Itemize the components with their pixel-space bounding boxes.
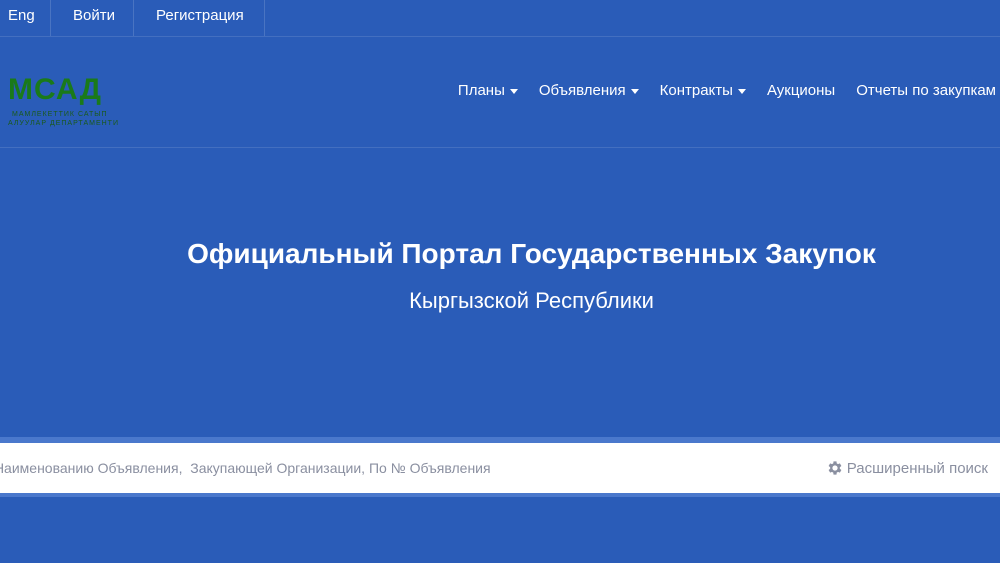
register-link[interactable]: Регистрация <box>156 2 244 28</box>
gear-icon <box>828 461 842 475</box>
caret-down-icon <box>509 88 518 94</box>
advanced-search-button[interactable]: Расширенный поиск <box>826 443 988 493</box>
hero-subtitle: Кыргызской Республики <box>409 288 654 313</box>
header: МСАД МАМЛЕКЕТТИК САТЫП АЛУУЛАР ДЕПАРТАМЕ… <box>0 37 1000 148</box>
caret-down-icon <box>737 88 746 94</box>
page: Eng Войти Регистрация МСАД МАМЛЕКЕТТИК С… <box>0 0 1000 563</box>
nav-contracts-label: Контракты <box>659 81 733 99</box>
logo-wordmark: МСАД <box>8 73 103 106</box>
nav-reports-link[interactable]: Отчеты по закупкам <box>856 82 996 99</box>
nav-plans-label: Планы <box>457 81 505 99</box>
nav-contracts-dropdown[interactable]: Контракты <box>660 82 746 99</box>
nav-announcements-label: Объявления <box>538 81 626 99</box>
search-bar: Расширенный поиск <box>0 443 1000 493</box>
nav-plans-dropdown[interactable]: Планы <box>458 82 518 99</box>
logo-caption-line2: АЛУУЛАР ДЕПАРТАМЕНТИ <box>8 120 119 127</box>
nav-auctions-link[interactable]: Аукционы <box>767 82 835 99</box>
caret-down-icon <box>630 88 639 94</box>
language-switch-link[interactable]: Eng <box>8 2 35 28</box>
top-bar-divider <box>50 0 51 36</box>
site-logo[interactable]: МСАД МАМЛЕКЕТТИК САТЫП АЛУУЛАР ДЕПАРТАМЕ… <box>8 73 118 133</box>
login-link[interactable]: Войти <box>73 2 115 28</box>
main-nav: Планы Объявления Контракты Аукционы Отче… <box>437 79 996 101</box>
search-input[interactable] <box>0 443 732 493</box>
top-bar-divider <box>133 0 134 36</box>
top-bar-divider <box>264 0 265 36</box>
advanced-search-label: Расширенный поиск <box>846 459 988 477</box>
top-bar: Eng Войти Регистрация <box>0 0 1000 37</box>
nav-reports-label: Отчеты по закупкам <box>856 81 996 99</box>
nav-auctions-label: Аукционы <box>766 81 836 99</box>
nav-announcements-dropdown[interactable]: Объявления <box>539 82 639 99</box>
hero-title: Официальный Портал Государственных Закуп… <box>187 238 876 269</box>
logo-caption-line1: МАМЛЕКЕТТИК САТЫП <box>12 111 108 118</box>
